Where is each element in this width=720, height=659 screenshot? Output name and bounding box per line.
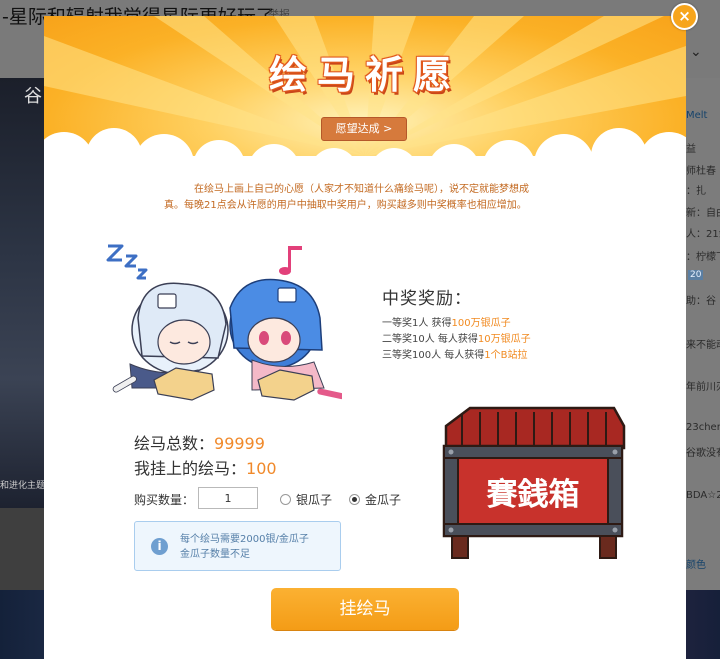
sidebar-snippet: 人：21余 xyxy=(686,229,720,240)
background-video-caption: 和进化主题 xyxy=(0,481,46,491)
sidebar-snippet: 颜色 xyxy=(686,560,706,571)
reward-highlight: 1个B站拉 xyxy=(484,350,528,361)
dialog-intro-text: 在绘马上画上自己的心愿（人家才不知道什么痛绘马呢），说不定就能梦想成 真。每晚2… xyxy=(164,182,569,214)
sidebar-snippet: 年前川刃 xyxy=(686,382,720,393)
ema-total-value: 99999 xyxy=(214,434,265,453)
silver-seed-radio[interactable]: 银瓜子 xyxy=(280,491,332,508)
gold-seed-label: 金瓜子 xyxy=(365,493,402,507)
ema-total-count: 绘马总数：99999 xyxy=(134,430,265,454)
ema-total-label: 绘马总数： xyxy=(134,434,215,453)
sidebar-snippet: 助：谷 xyxy=(686,296,716,307)
buy-quantity-input[interactable] xyxy=(198,487,258,509)
reward-highlight: 10万银瓜子 xyxy=(477,334,531,345)
intro-line-1: 在绘马上画上自己的心愿（人家才不知道什么痛绘马呢），说不定就能梦想成 xyxy=(194,184,529,195)
sidebar-snippet: 师杜春 xyxy=(686,166,716,177)
price-info-text: 每个绘马需要2000银/金瓜子 金瓜子数量不足 xyxy=(180,532,309,562)
reward-item: 一等奖1人 获得100万银瓜子 xyxy=(382,316,531,332)
reward-text: 二等奖10人 每人获得 xyxy=(382,334,478,345)
my-ema-label: 我挂上的绘马： xyxy=(134,459,247,478)
reward-text: 三等奖100人 每人获得 xyxy=(382,350,485,361)
sidebar-snippet: 新：自由 xyxy=(686,208,720,219)
reward-list: 一等奖1人 获得100万银瓜子 二等奖10人 每人获得10万银瓜子 三等奖100… xyxy=(382,316,531,364)
anime-characters-illustration xyxy=(106,244,342,401)
sidebar-snippet: 23cher xyxy=(686,422,720,433)
my-ema-value: 100 xyxy=(246,459,277,478)
buy-quantity-label: 购买数量： xyxy=(134,493,195,507)
sidebar-snippet: BDA☆20 xyxy=(686,490,720,501)
offering-box-illustration: 賽銭箱 xyxy=(442,406,626,559)
dialog-title: 绘马祈愿 xyxy=(268,53,461,97)
sidebar-snippet: 谷歌没有 xyxy=(686,448,720,459)
music-note-icon xyxy=(279,246,302,275)
intro-line-2: 真。每晚21点会从许愿的用户中抽取中奖用户，购买越多则中奖概率也相应增加。 xyxy=(164,200,527,211)
background-sidebar: Melt 益 师杜春 ：扎 新：自由 人：21余 ：柠檬下 20 助：谷 来不能… xyxy=(686,78,720,590)
gold-seed-radio[interactable]: 金瓜子 xyxy=(349,491,401,508)
reward-text: 一等奖1人 获得 xyxy=(382,318,452,329)
sidebar-snippet: 来不能动 xyxy=(686,340,720,351)
sidebar-snippet: ：柠檬下 xyxy=(686,252,720,263)
silver-seed-label: 银瓜子 xyxy=(296,493,333,507)
reward-item: 三等奖100人 每人获得1个B站拉 xyxy=(382,348,531,364)
my-ema-count: 我挂上的绘马：100 xyxy=(134,455,277,479)
reward-title: 中奖奖励： xyxy=(382,289,472,309)
sidebar-snippet: 益 xyxy=(686,144,696,155)
info-icon: i xyxy=(151,538,168,555)
reward-item: 二等奖10人 每人获得10万银瓜子 xyxy=(382,332,531,348)
sidebar-snippet: ：扎 xyxy=(686,186,706,197)
radio-checked-icon xyxy=(349,494,360,505)
sidebar-level-badge: 20 xyxy=(688,270,704,280)
hang-ema-button[interactable]: 挂绘马 xyxy=(271,588,459,630)
background-video-thumbnail xyxy=(0,78,44,508)
insufficient-balance-text: 金瓜子数量不足 xyxy=(180,549,250,560)
sleep-zzz-icon xyxy=(106,244,148,280)
price-info-line: 每个绘马需要2000银/金瓜子 xyxy=(180,534,309,545)
chevron-down-icon: ⌄ xyxy=(690,44,702,60)
close-icon[interactable]: × xyxy=(671,3,698,30)
radio-unchecked-icon xyxy=(280,494,291,505)
offering-box-label: 賽銭箱 xyxy=(487,477,580,513)
sidebar-snippet: Melt xyxy=(686,110,708,121)
price-info-box: i 每个绘马需要2000银/金瓜子 金瓜子数量不足 xyxy=(134,521,341,571)
background-video-label: 谷 xyxy=(24,86,42,107)
reward-highlight: 100万银瓜子 xyxy=(451,318,511,329)
cloud-decoration xyxy=(44,128,686,190)
ema-wish-dialog: 绘马祈愿 愿望达成 > 在绘马上画上自己的心愿（人家才不知道什么痛绘马呢），说不… xyxy=(44,16,686,659)
